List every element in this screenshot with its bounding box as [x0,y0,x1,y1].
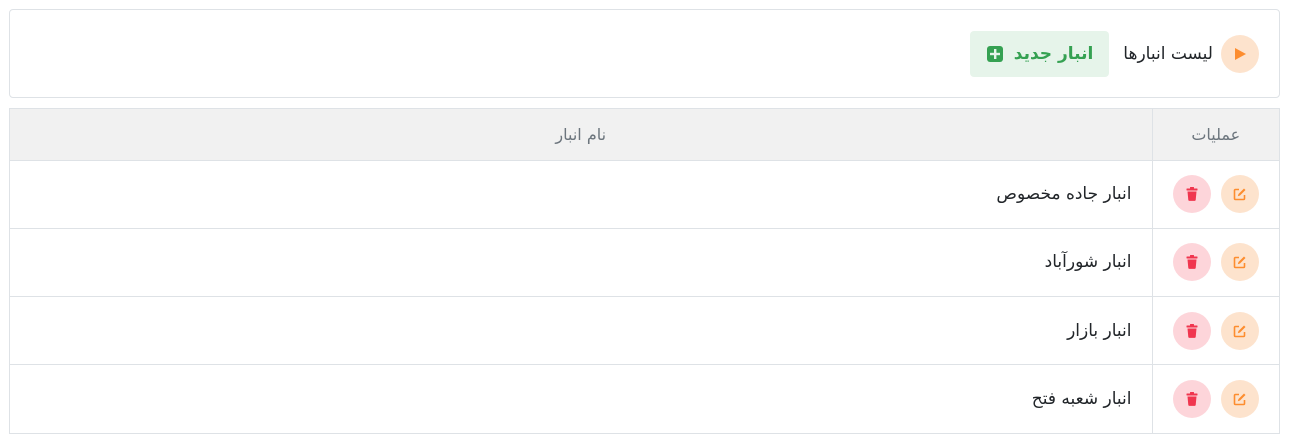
table-row: انبار بازار [10,295,1279,366]
new-warehouse-label: انبار جدید [1013,43,1094,64]
plus-square-icon [986,45,1004,63]
row-operations [1151,295,1279,366]
warehouse-name: انبار جاده مخصوص [10,159,1153,229]
table-row: انبار جاده مخصوص [10,159,1279,229]
edit-button[interactable] [1220,243,1259,282]
delete-button[interactable] [1172,380,1211,419]
row-operations [1151,227,1279,298]
edit-button[interactable] [1220,175,1259,214]
play-icon [1221,34,1259,73]
new-warehouse-button[interactable]: انبار جدید [969,30,1110,77]
page: لیست انبارها انبار جدید عملیات نام انبار [0,0,1289,447]
edit-icon [1233,255,1247,269]
table-row: انبار شورآباد [10,227,1279,298]
trash-icon [1186,323,1198,338]
delete-button[interactable] [1172,311,1211,350]
edit-button[interactable] [1220,311,1259,350]
edit-button[interactable] [1220,380,1259,419]
delete-button[interactable] [1172,175,1211,214]
warehouse-table: عملیات نام انبار انبار جاده مخصوص انبار … [9,108,1280,434]
edit-icon [1233,392,1247,406]
delete-button[interactable] [1172,243,1211,282]
trash-icon [1186,255,1198,270]
page-title: لیست انبارها [1123,43,1213,64]
warehouse-name: انبار بازار [10,295,1153,366]
header-card: لیست انبارها انبار جدید [9,9,1280,98]
edit-icon [1233,187,1247,201]
warehouse-name: انبار شعبه فتح [10,364,1153,433]
trash-icon [1186,187,1198,202]
column-header-operations: عملیات [1151,109,1279,161]
warehouse-name: انبار شورآباد [10,227,1153,298]
row-operations [1151,159,1279,229]
trash-icon [1186,392,1198,407]
edit-icon [1233,324,1247,338]
column-header-name: نام انبار [10,109,1153,161]
table-row: انبار شعبه فتح [10,364,1279,433]
table-header-row: عملیات نام انبار [10,109,1279,161]
row-operations [1151,364,1279,433]
